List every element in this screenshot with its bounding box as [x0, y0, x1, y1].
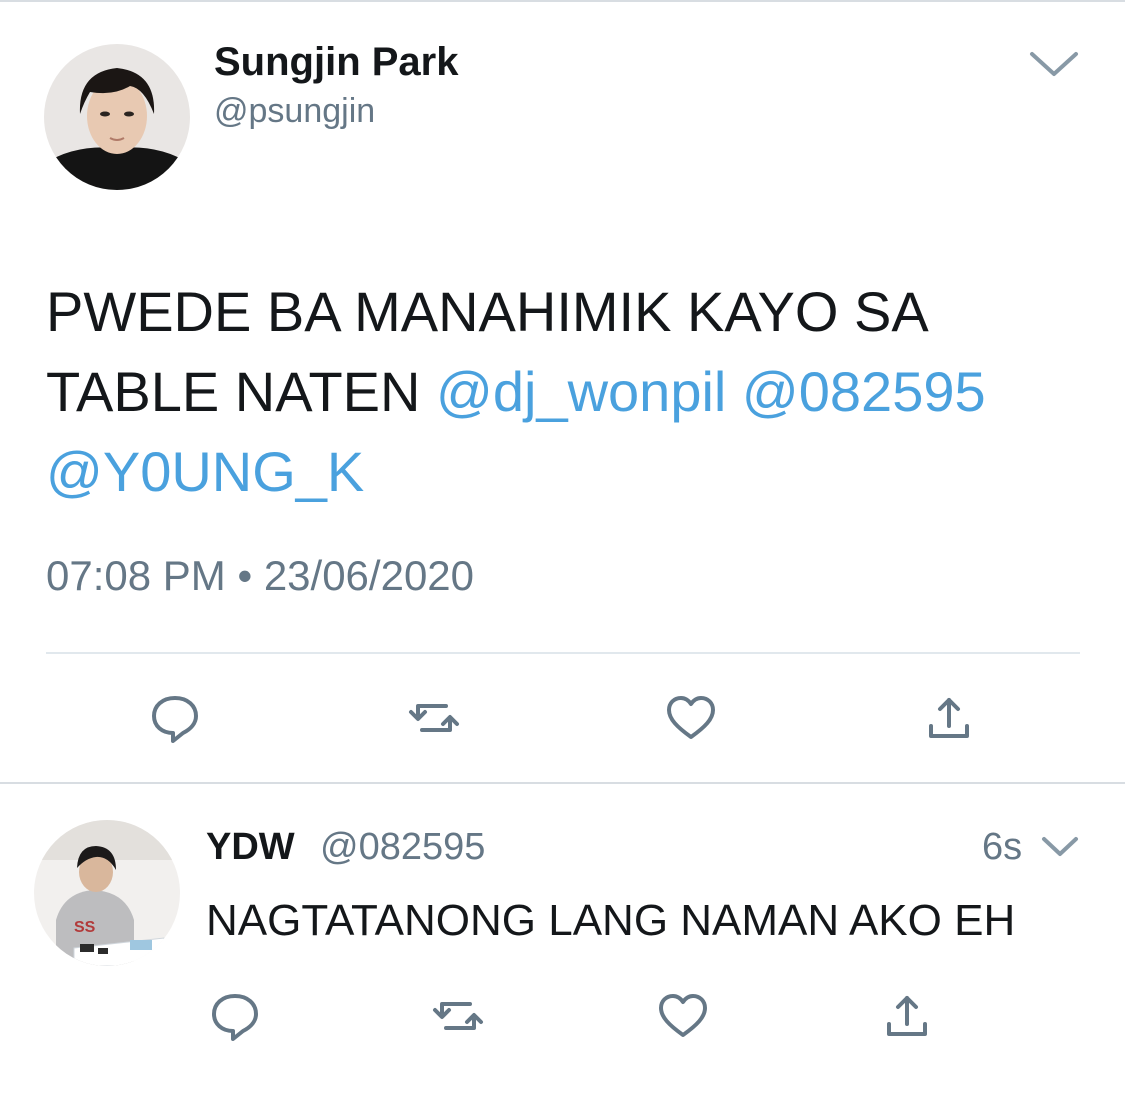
chevron-down-icon[interactable] — [1040, 834, 1080, 865]
reply-author-name[interactable]: YDW — [206, 826, 295, 869]
divider — [46, 652, 1080, 654]
reply-icon — [212, 994, 258, 1041]
reply-timestamp: 6s — [982, 826, 1023, 868]
top-border — [0, 0, 1125, 2]
reply-author-handle[interactable]: @082595 — [320, 826, 485, 869]
author-name[interactable]: Sungjin Park — [214, 40, 459, 85]
share-button[interactable] — [877, 986, 937, 1046]
retweet-icon — [433, 1002, 483, 1030]
svg-text:SS: SS — [74, 919, 96, 936]
reply-author-avatar[interactable]: SS — [34, 820, 180, 966]
mention-link[interactable]: @Y0UNG_K — [46, 440, 364, 503]
author-handle[interactable]: @psungjin — [214, 92, 375, 131]
reply-icon — [152, 696, 198, 743]
reply-text: NAGTATANONG LANG NAMAN AKO EH — [206, 896, 1016, 945]
mention-link[interactable]: @082595 — [742, 360, 986, 423]
section-separator — [0, 782, 1125, 784]
share-icon — [929, 698, 969, 738]
like-button[interactable] — [661, 688, 721, 748]
author-avatar[interactable] — [44, 44, 190, 190]
share-button[interactable] — [919, 688, 979, 748]
reply-button[interactable] — [205, 986, 265, 1046]
share-icon — [887, 996, 927, 1036]
retweet-button[interactable] — [428, 986, 488, 1046]
tweet-text: PWEDE BA MANAHIMIK KAYO SA TABLE NATEN @… — [46, 272, 1046, 512]
like-button[interactable] — [653, 986, 713, 1046]
like-icon — [659, 994, 707, 1037]
chevron-down-icon[interactable] — [1028, 48, 1080, 85]
retweet-icon — [409, 704, 459, 732]
mention-link[interactable]: @dj_wonpil — [436, 360, 726, 423]
retweet-button[interactable] — [404, 688, 464, 748]
tweet-timestamp: 07:08 PM • 23/06/2020 — [46, 552, 475, 599]
like-icon — [667, 696, 715, 739]
reply-button[interactable] — [145, 688, 205, 748]
